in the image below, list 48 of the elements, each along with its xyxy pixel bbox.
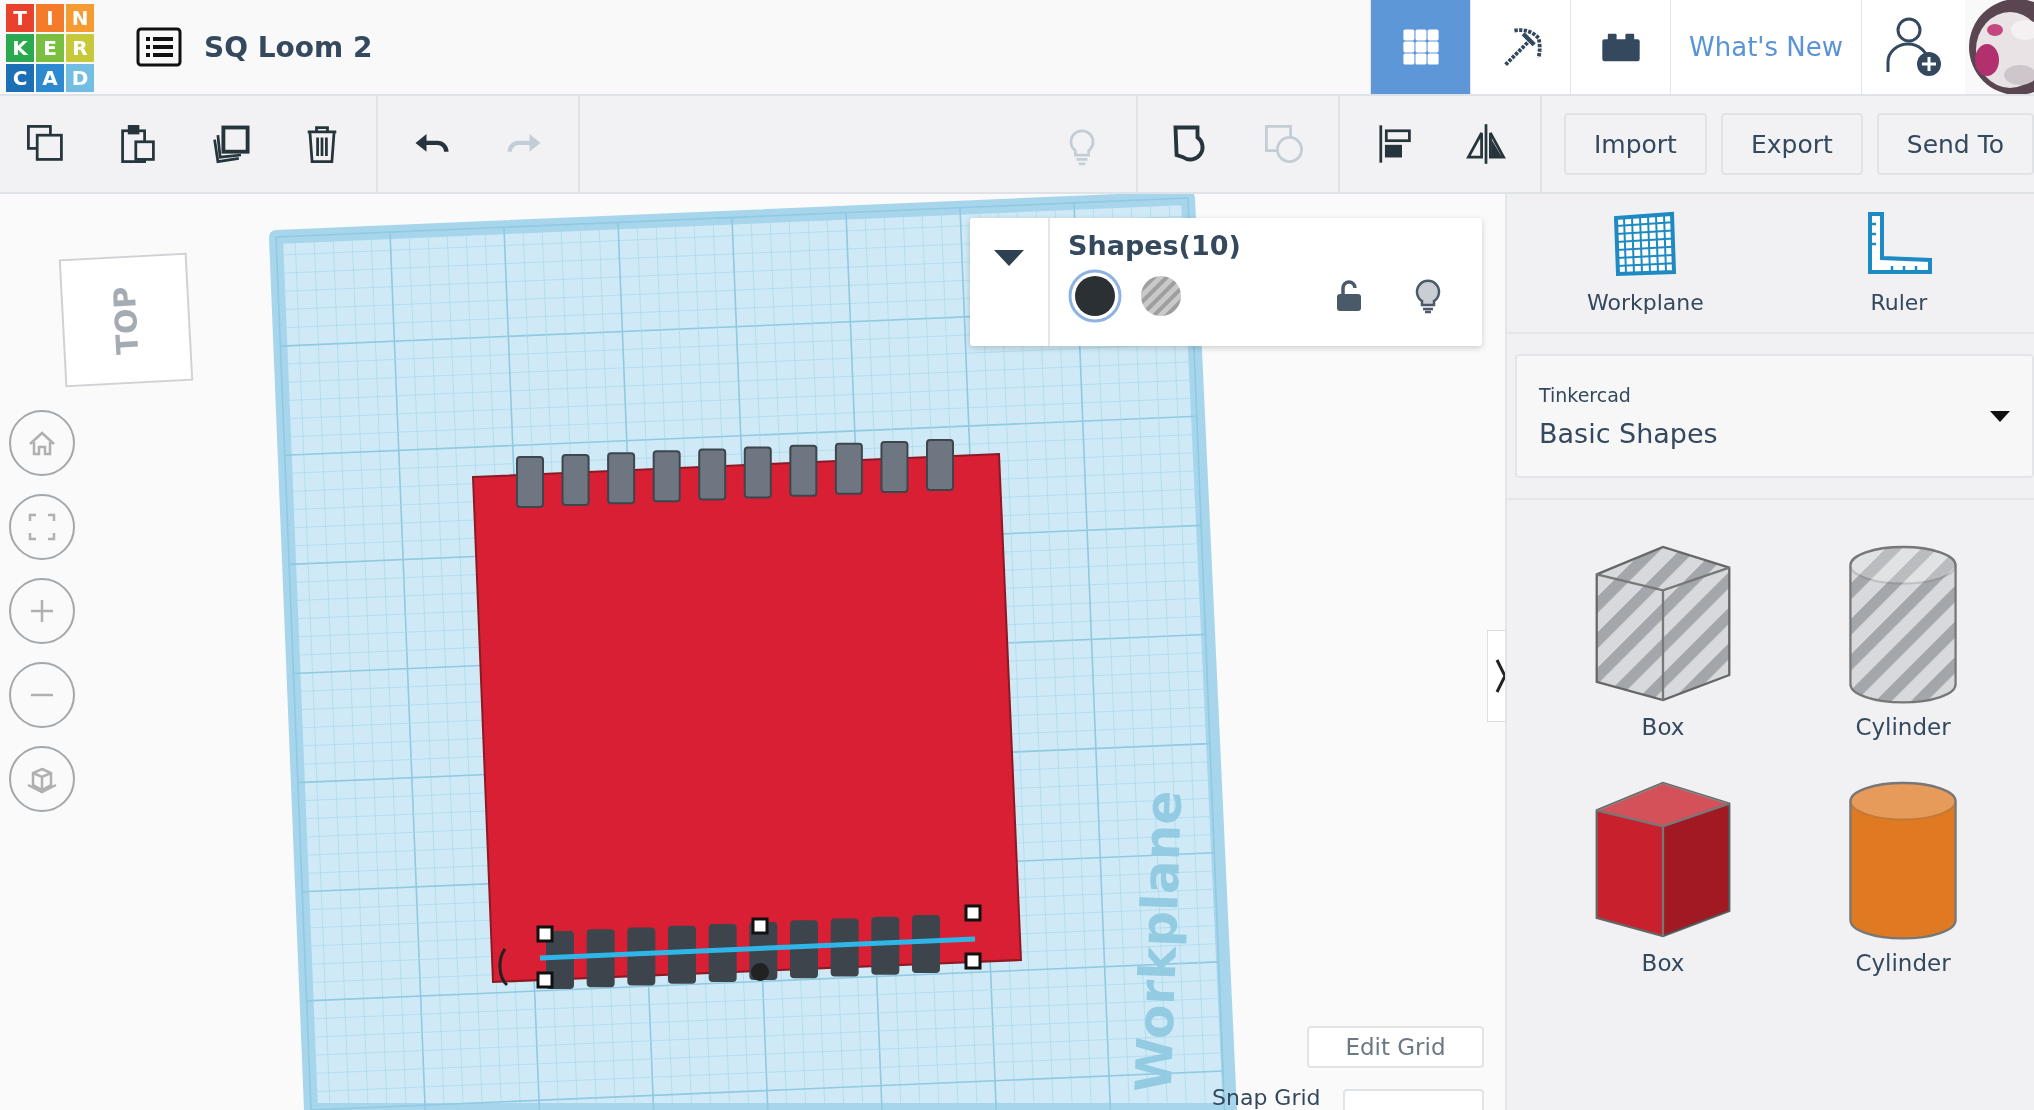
loom-drawing[interactable] bbox=[471, 439, 1023, 989]
fit-view-icon bbox=[28, 513, 56, 541]
logo-letter: A bbox=[36, 64, 64, 92]
shape-tile[interactable]: Cylinder bbox=[1783, 540, 2023, 740]
inspector-title: Shapes(10) bbox=[1068, 230, 1242, 261]
unlocked-icon[interactable] bbox=[1336, 280, 1362, 312]
list-icon[interactable] bbox=[136, 27, 182, 67]
shape-tile[interactable]: Cylinder bbox=[1783, 776, 2023, 976]
add-user-button[interactable] bbox=[1861, 0, 1965, 94]
shape-label: Cylinder bbox=[1855, 714, 1951, 740]
logo-letter: T bbox=[6, 4, 34, 32]
logo-letter: N bbox=[66, 4, 94, 32]
dropdown-caret-icon bbox=[1990, 410, 2010, 422]
project-title[interactable]: SQ Loom 2 bbox=[204, 30, 373, 64]
logo-letter: I bbox=[36, 4, 64, 32]
cube-face-label: TOP bbox=[106, 285, 146, 355]
snap-grid-label: Snap Grid bbox=[1212, 1087, 1321, 1109]
logo-letter: K bbox=[6, 34, 34, 62]
shape-label: Box bbox=[1641, 950, 1685, 976]
home-icon bbox=[28, 430, 56, 456]
edit-grid-button[interactable]: Edit Grid bbox=[1307, 1026, 1484, 1068]
solid-color-swatch[interactable] bbox=[1068, 269, 1122, 323]
shape-label: Box bbox=[1641, 714, 1685, 740]
library-name: Basic Shapes bbox=[1539, 417, 1719, 449]
action-button[interactable]: Send To bbox=[1876, 113, 2034, 175]
ruler-tool-button[interactable]: Ruler bbox=[1863, 210, 1934, 332]
logo-letter: D bbox=[66, 64, 94, 92]
library-dropdown[interactable]: Tinkercad Basic Shapes bbox=[1515, 354, 2034, 478]
library-source: Tinkercad bbox=[1539, 383, 1632, 406]
action-button[interactable]: Import bbox=[1563, 113, 1707, 175]
action-button[interactable]: Export bbox=[1720, 113, 1863, 175]
lightbulb-icon[interactable] bbox=[1414, 278, 1442, 314]
workplane-tool-button[interactable]: Workplane bbox=[1587, 210, 1704, 332]
zoom-out-icon bbox=[30, 693, 54, 697]
view-button[interactable] bbox=[1470, 0, 1570, 94]
shape-tile[interactable]: Box bbox=[1543, 776, 1783, 976]
mirror-icon bbox=[1463, 122, 1508, 166]
zoom-in-icon bbox=[30, 599, 54, 623]
shape-label: Cylinder bbox=[1855, 950, 1951, 976]
add-user-icon bbox=[1884, 16, 1943, 78]
logo-letter: E bbox=[36, 34, 64, 62]
chevron-right-icon bbox=[1494, 658, 1505, 694]
view-button[interactable] bbox=[1570, 0, 1670, 94]
logo-letter: C bbox=[6, 64, 34, 92]
shape-tile[interactable]: Box bbox=[1543, 540, 1783, 740]
logo-letter: R bbox=[66, 34, 94, 62]
collapse-caret-icon[interactable] bbox=[994, 250, 1024, 266]
workplane-label: Workplane bbox=[1124, 789, 1194, 1094]
